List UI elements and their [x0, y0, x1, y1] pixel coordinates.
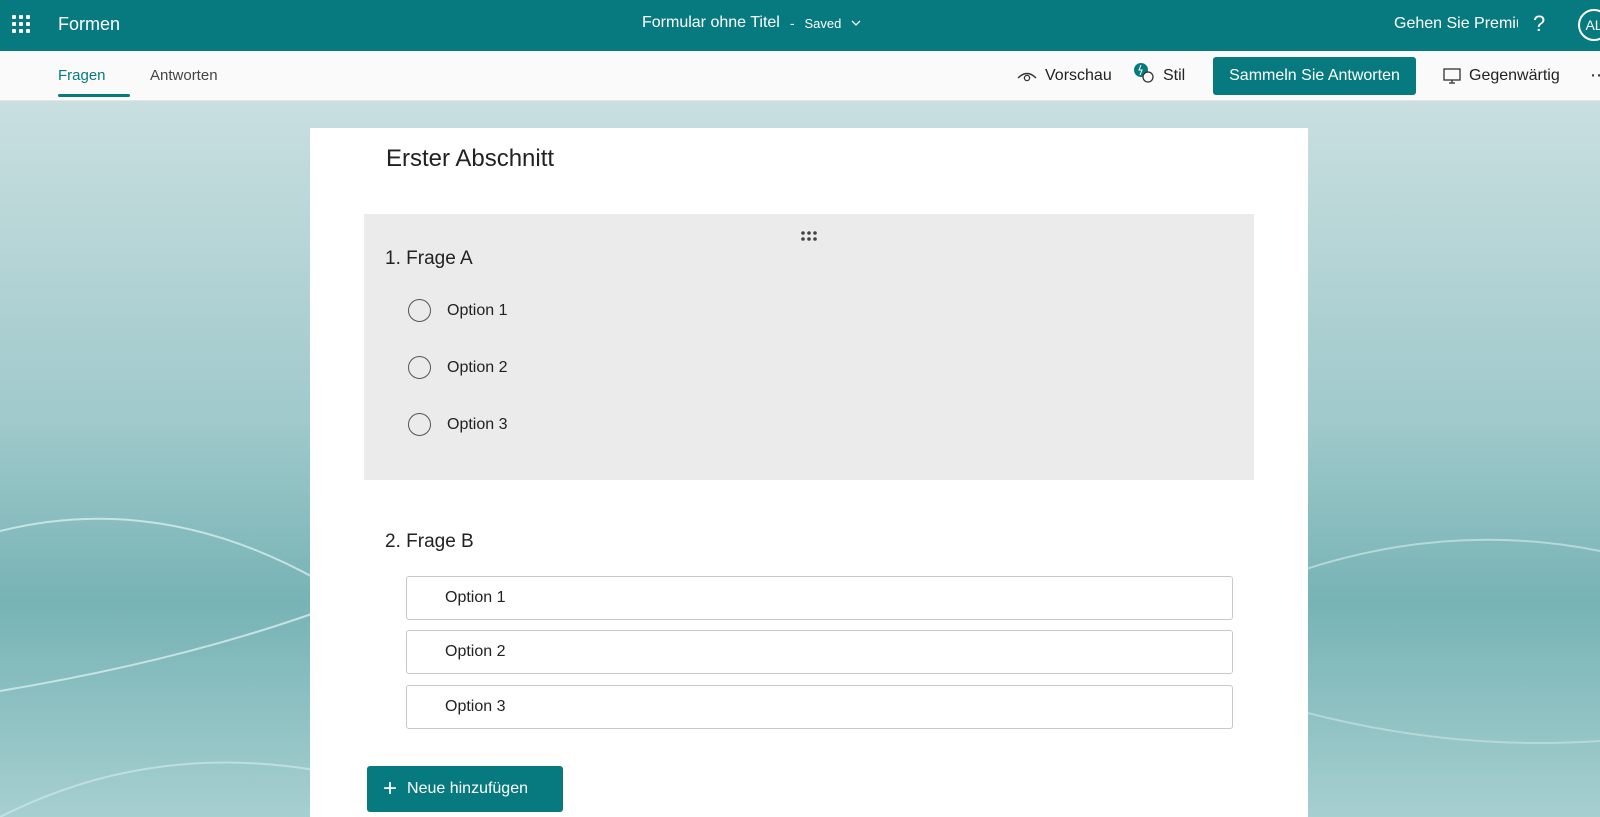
present-label: Gegenwärtig [1469, 67, 1560, 84]
tab-questions[interactable]: Fragen [58, 67, 106, 84]
style-button[interactable]: Stil [1133, 63, 1186, 85]
radio-button[interactable] [408, 413, 431, 436]
choice-option[interactable]: Option 1 [408, 299, 507, 322]
go-premium-button[interactable]: Gehen Sie Premium [1388, 14, 1518, 34]
choice-option[interactable]: Option 3 [408, 413, 507, 436]
app-name[interactable]: Formen [58, 14, 120, 35]
palette-icon [1134, 63, 1154, 83]
chevron-down-icon [851, 20, 861, 26]
question-title[interactable]: 2. Frage B [385, 531, 474, 553]
section-title[interactable]: Erster Abschnitt [386, 145, 554, 173]
saved-status: Saved [804, 15, 842, 31]
form-title: Formular ohne Titel [642, 14, 780, 31]
question-title[interactable]: 1. Frage A [385, 248, 473, 270]
question-number: 1. [385, 248, 401, 269]
collect-responses-button[interactable]: Sammeln Sie Antworten [1213, 57, 1416, 95]
choice-option[interactable]: Option 2 [408, 356, 507, 379]
style-label: Stil [1163, 67, 1186, 84]
tab-responses[interactable]: Antworten [150, 67, 218, 84]
avatar[interactable]: AL [1578, 9, 1600, 41]
drag-handle-icon[interactable] [800, 230, 818, 242]
form-title-menu[interactable]: Formular ohne Titel - Saved [642, 14, 861, 32]
present-button[interactable]: Gegenwärtig [1443, 67, 1560, 85]
command-bar: Fragen Antworten Vorschau Stil Sammeln S… [0, 51, 1600, 101]
question-text: Frage B [406, 531, 474, 552]
add-new-button[interactable]: + Neue hinzufügen [367, 766, 563, 812]
active-tab-indicator [58, 94, 130, 97]
waffle-icon[interactable] [12, 15, 30, 33]
more-icon[interactable]: ⋯ [1590, 65, 1600, 86]
option-label: Option 2 [447, 358, 508, 376]
preview-label: Vorschau [1045, 67, 1112, 84]
monitor-icon [1443, 68, 1461, 84]
question-number: 2. [385, 531, 401, 552]
preview-button[interactable]: Vorschau [1017, 67, 1112, 85]
option-label: Option 1 [447, 301, 508, 319]
top-bar: Formen Formular ohne Titel - Saved Gehen… [0, 0, 1600, 51]
radio-button[interactable] [408, 356, 431, 379]
ranking-option[interactable]: Option 3 [406, 685, 1233, 729]
plus-icon: + [383, 775, 398, 802]
help-icon[interactable]: ? [1533, 11, 1545, 37]
ranking-option[interactable]: Option 2 [406, 630, 1233, 674]
option-label: Option 3 [447, 415, 508, 433]
ranking-option[interactable]: Option 1 [406, 576, 1233, 620]
go-premium-label: Gehen Sie Premium [1394, 15, 1518, 32]
radio-button[interactable] [408, 299, 431, 322]
eye-icon [1017, 72, 1037, 82]
question-text: Frage A [406, 248, 473, 269]
add-new-label: Neue hinzufügen [407, 780, 528, 797]
question-card-active[interactable] [364, 214, 1254, 480]
title-separator: - [789, 15, 795, 31]
